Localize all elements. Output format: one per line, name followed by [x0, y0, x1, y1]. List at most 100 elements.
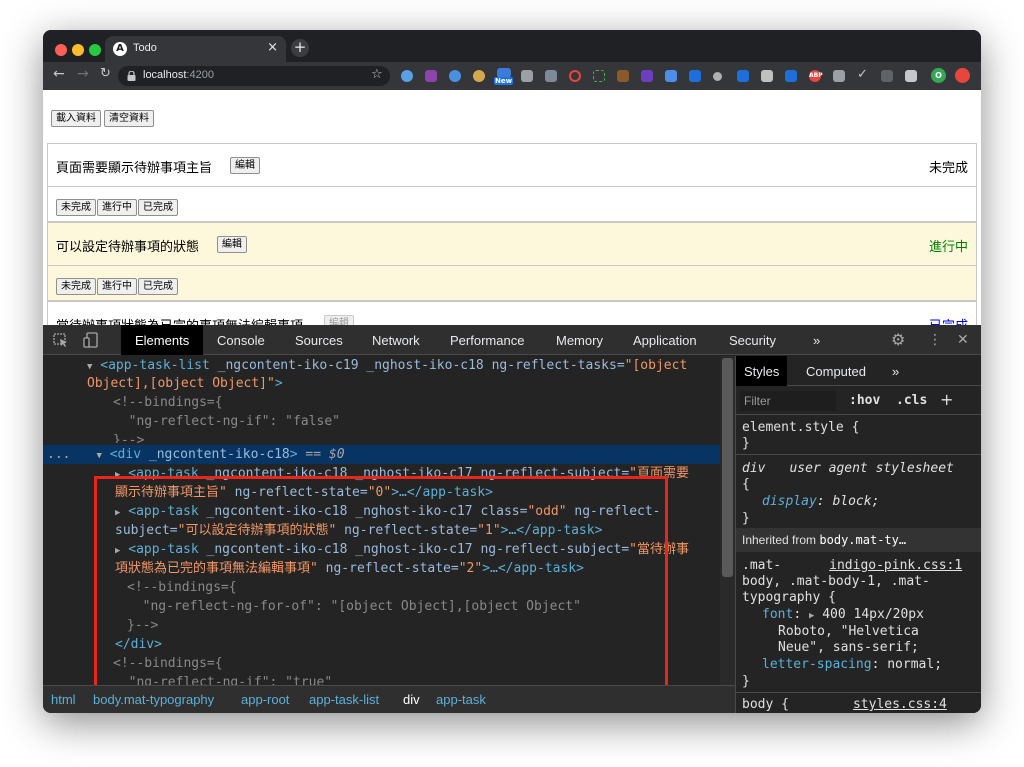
- dom-line-selected[interactable]: ... ▼ <div _ngcontent-iko-c18> == $0: [43, 445, 720, 464]
- back-arrow-icon[interactable]: ←: [53, 66, 65, 82]
- crumb-body[interactable]: body.mat-typography: [93, 692, 214, 707]
- more-options-icon[interactable]: ⋮: [928, 332, 942, 348]
- forward-arrow-icon[interactable]: →: [77, 66, 89, 82]
- inspect-element-icon[interactable]: [53, 333, 69, 348]
- add-rule-icon[interactable]: +: [940, 390, 953, 409]
- extension-diamond-icon[interactable]: [401, 70, 413, 82]
- dom-line[interactable]: ▶ <app-task _ngcontent-iko-c18 _nghost-i…: [43, 464, 720, 483]
- dom-comment[interactable]: "ng-reflect-ng-for-of": "[object Object]…: [43, 597, 720, 616]
- set-done-button[interactable]: 已完成: [138, 278, 178, 295]
- more-panes-icon[interactable]: »: [892, 364, 899, 379]
- dom-comment[interactable]: }-->: [43, 431, 720, 443]
- dom-line[interactable]: 顯示待辦事項主旨" ng-reflect-state="0">…</app-ta…: [43, 483, 720, 502]
- tab-memory[interactable]: Memory: [556, 333, 603, 348]
- dom-comment[interactable]: "ng-reflect-ng-if": "false": [43, 412, 720, 431]
- crumb-app-task-list[interactable]: app-task-list: [309, 692, 379, 707]
- tab-elements[interactable]: Elements: [121, 325, 204, 355]
- tab-computed[interactable]: Computed: [806, 364, 866, 379]
- dom-comment[interactable]: "ng-reflect-ng-if": "true": [43, 673, 720, 685]
- extension-image-icon[interactable]: [833, 70, 845, 82]
- tab-performance[interactable]: Performance: [450, 333, 524, 348]
- tab-styles[interactable]: Styles: [736, 356, 788, 386]
- profile-avatar[interactable]: O: [931, 68, 946, 83]
- tab-console[interactable]: Console: [217, 333, 265, 348]
- load-data-button[interactable]: 載入資料: [51, 110, 101, 127]
- edit-button[interactable]: 編輯: [217, 236, 247, 253]
- clear-data-button[interactable]: 清空資料: [104, 110, 154, 127]
- extension-box-icon[interactable]: [521, 70, 533, 82]
- settings-gear-icon[interactable]: ⚙: [891, 330, 905, 349]
- source-link[interactable]: styles.css:4: [853, 697, 947, 712]
- extension-drop-icon[interactable]: [713, 72, 722, 81]
- source-link[interactable]: indigo-pink.css:1: [829, 558, 962, 573]
- address-bar[interactable]: localhost:4200: [118, 66, 390, 86]
- filter-input[interactable]: Filter: [740, 391, 836, 411]
- extension-owl-icon[interactable]: [617, 70, 629, 82]
- extension-trello-icon[interactable]: [737, 70, 749, 82]
- crumb-div[interactable]: div: [403, 692, 420, 707]
- extension-film-icon[interactable]: [761, 70, 773, 82]
- class-toggle[interactable]: .cls: [896, 393, 927, 408]
- set-todo-button[interactable]: 未完成: [56, 278, 96, 295]
- dom-tree[interactable]: ▼ <app-task-list _ngcontent-iko-c19 _ngh…: [43, 356, 720, 685]
- close-window-button[interactable]: [55, 44, 67, 56]
- tab-network[interactable]: Network: [372, 333, 420, 348]
- dom-comment[interactable]: <!--bindings={: [43, 578, 720, 597]
- extension-board-icon[interactable]: [785, 70, 797, 82]
- crumb-html[interactable]: html: [51, 692, 76, 707]
- zoom-window-button[interactable]: [89, 44, 101, 56]
- dom-line[interactable]: ▶ <app-task _ngcontent-iko-c18 _nghost-i…: [43, 502, 720, 521]
- device-toolbar-icon[interactable]: [83, 332, 99, 348]
- rule-selector[interactable]: typography {: [742, 590, 836, 605]
- bookmark-star-icon[interactable]: ☆: [371, 67, 383, 82]
- dom-line[interactable]: ▼ <app-task-list _ngcontent-iko-c19 _ngh…: [43, 356, 720, 375]
- dom-line[interactable]: subject="可以設定待辦事項的狀態" ng-reflect-state="…: [43, 521, 720, 540]
- crumb-app-root[interactable]: app-root: [241, 692, 289, 707]
- tab-sources[interactable]: Sources: [295, 333, 343, 348]
- extension-list-icon[interactable]: [689, 70, 701, 82]
- reload-icon[interactable]: ↻: [100, 66, 111, 81]
- set-todo-button[interactable]: 未完成: [56, 199, 96, 216]
- edit-button[interactable]: 編輯: [230, 157, 260, 174]
- new-tab-button[interactable]: +: [291, 39, 309, 57]
- hover-state-toggle[interactable]: :hov: [849, 393, 880, 408]
- extension-tag-icon[interactable]: [473, 70, 485, 82]
- extension-check-icon[interactable]: ✓: [857, 67, 868, 82]
- css-declaration[interactable]: font: ▶ 400 14px/20px: [742, 607, 924, 622]
- set-doing-button[interactable]: 進行中: [97, 278, 137, 295]
- extension-compass-icon[interactable]: [449, 70, 461, 82]
- set-done-button[interactable]: 已完成: [138, 199, 178, 216]
- dom-comment[interactable]: }-->: [43, 616, 720, 635]
- css-declaration[interactable]: letter-spacing: normal;: [742, 657, 942, 672]
- dom-comment[interactable]: <!--bindings={: [43, 393, 720, 412]
- extension-puzzle-icon[interactable]: [641, 70, 653, 82]
- dom-line[interactable]: 項狀態為已完的事項無法編輯事項" ng-reflect-state="2">…<…: [43, 559, 720, 578]
- extensions-puzzle-icon[interactable]: [905, 70, 917, 82]
- edit-button[interactable]: 編輯: [324, 315, 354, 325]
- close-tab-icon[interactable]: ×: [267, 40, 278, 55]
- dom-line[interactable]: ▶ <app-task _ngcontent-iko-c18 _nghost-i…: [43, 540, 720, 559]
- close-devtools-icon[interactable]: ✕: [957, 332, 969, 348]
- extension-mail-icon[interactable]: [545, 70, 557, 82]
- dom-line[interactable]: Object],[object Object]">: [43, 374, 720, 393]
- tab-security[interactable]: Security: [729, 333, 776, 348]
- rule-selector[interactable]: body, .mat-body-1, .mat-: [742, 574, 930, 589]
- set-doing-button[interactable]: 進行中: [97, 199, 137, 216]
- css-declaration[interactable]: display: block;: [742, 494, 879, 509]
- extension-window-icon[interactable]: [665, 70, 677, 82]
- dom-scrollbar-thumb[interactable]: [722, 358, 733, 577]
- extension-screenshot-icon[interactable]: [593, 70, 605, 82]
- extension-red-icon[interactable]: [955, 68, 970, 83]
- browser-tab[interactable]: A Todo ×: [105, 36, 286, 62]
- dom-comment[interactable]: <!--bindings={: [43, 654, 720, 673]
- extension-doc-icon[interactable]: [881, 70, 893, 82]
- rule-selector[interactable]: body {styles.css:4: [742, 697, 947, 712]
- tab-application[interactable]: Application: [633, 333, 697, 348]
- minimize-window-button[interactable]: [72, 44, 84, 56]
- extension-block-icon[interactable]: [569, 70, 581, 82]
- rule-selector[interactable]: .mat-indigo-pink.css:1: [742, 558, 962, 573]
- adblock-icon[interactable]: ABP: [809, 70, 823, 82]
- crumb-app-task[interactable]: app-task: [436, 692, 486, 707]
- more-tabs-icon[interactable]: »: [813, 333, 820, 348]
- inherited-element-link[interactable]: body.mat-ty…: [819, 533, 906, 547]
